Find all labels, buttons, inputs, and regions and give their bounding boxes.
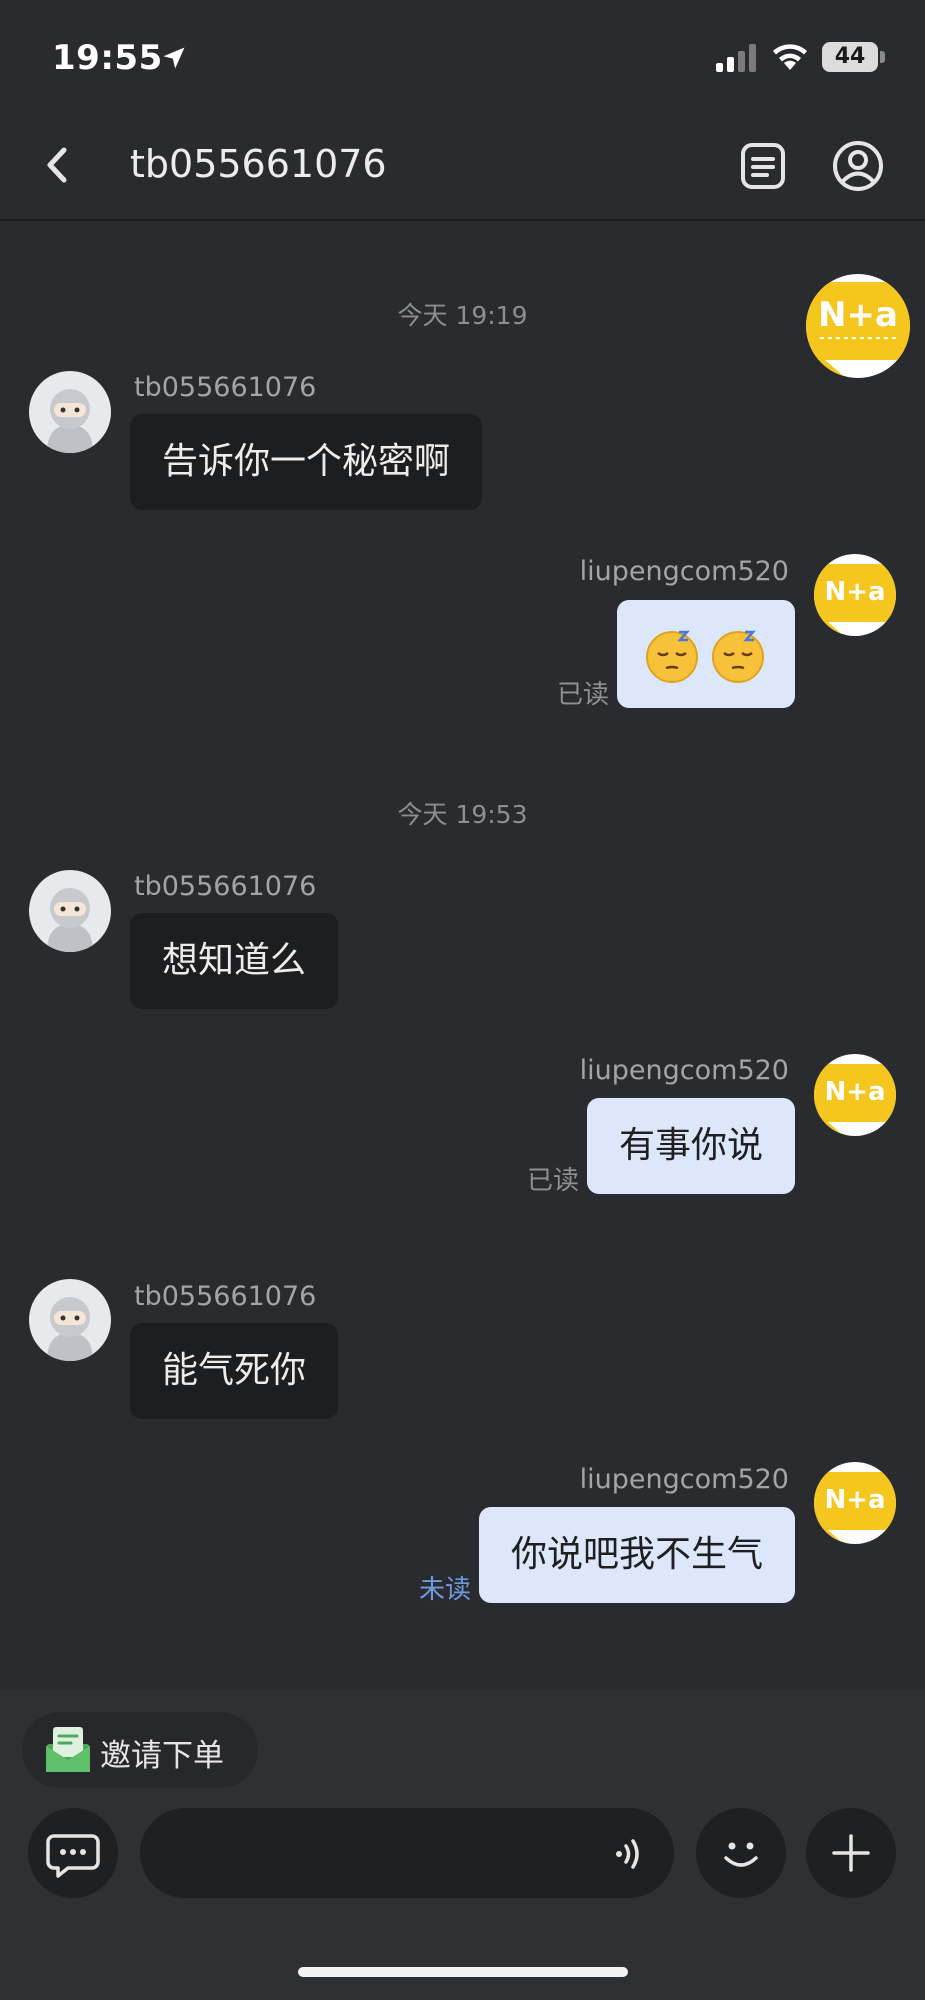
my-avatar[interactable]: N+a [814,1462,896,1544]
status-time: 19:55 [52,38,163,78]
sender-name: tb055661076 [134,1281,317,1312]
invite-order-label: 邀请下单 [100,1738,224,1774]
home-indicator [298,1967,628,1977]
message-timestamp: 今天 19:53 [397,800,528,829]
incoming-message-bubble[interactable]: 想知道么 [130,913,339,1009]
sender-name: liupengcom520 [579,1055,789,1086]
sender-name: liupengcom520 [579,1464,789,1495]
smile-icon [724,1842,758,1867]
signal-icon [716,44,756,72]
battery-cap [880,51,885,63]
outgoing-message-bubble[interactable]: 你说吧我不生气 [478,1507,795,1603]
user-profile-icon[interactable] [832,140,884,192]
voice-wave-icon[interactable] [610,1834,650,1874]
header-divider [0,219,925,221]
back-icon[interactable] [40,140,74,190]
incoming-message-bubble[interactable]: 告诉你一个秘密啊 [130,414,483,510]
outgoing-emoji-bubble[interactable] [617,600,795,708]
message-input[interactable] [140,1808,674,1898]
svg-text:N+a: N+a [824,1077,885,1107]
outgoing-message-bubble[interactable]: 有事你说 [586,1098,795,1194]
shop-logo-icon: N+a [814,564,896,636]
wifi-icon [773,44,807,70]
unread-status: 未读 [419,1575,472,1605]
relieved-face-emoji-icon [712,630,764,683]
sender-name: tb055661076 [134,372,317,403]
svg-text:N+a: N+a [824,1485,885,1515]
sender-name: liupengcom520 [579,556,789,587]
battery-level: 44 [822,42,878,72]
incoming-message-bubble[interactable]: 能气死你 [130,1323,339,1419]
contact-avatar[interactable] [29,371,111,453]
location-arrow-icon [163,47,185,69]
svg-text:N+a: N+a [824,577,885,607]
message-timestamp: 今天 19:19 [397,301,528,330]
sender-name: tb055661076 [134,871,317,902]
my-avatar[interactable]: N+a [814,554,896,636]
chat-mode-button[interactable] [28,1808,118,1898]
read-status: 已读 [557,680,610,710]
chat-bubble-icon [46,1834,100,1878]
ninja-avatar-icon [47,1297,93,1361]
emoji-button[interactable] [696,1808,786,1898]
shop-logo-icon: N+a [814,1064,896,1136]
plus-button[interactable] [806,1808,896,1898]
document-icon[interactable] [740,142,786,190]
ninja-avatar-icon [47,888,93,952]
order-envelope-icon [46,1727,90,1772]
plus-icon [832,1834,870,1872]
chat-title: tb055661076 [130,142,387,186]
relieved-face-emoji-icon [646,630,698,683]
contact-avatar[interactable] [29,1279,111,1361]
ninja-avatar-icon [47,389,93,453]
contact-avatar[interactable] [29,870,111,952]
shop-logo-icon: N+a [814,1472,896,1544]
my-avatar[interactable]: N+a [814,1054,896,1136]
read-status: 已读 [527,1166,580,1196]
